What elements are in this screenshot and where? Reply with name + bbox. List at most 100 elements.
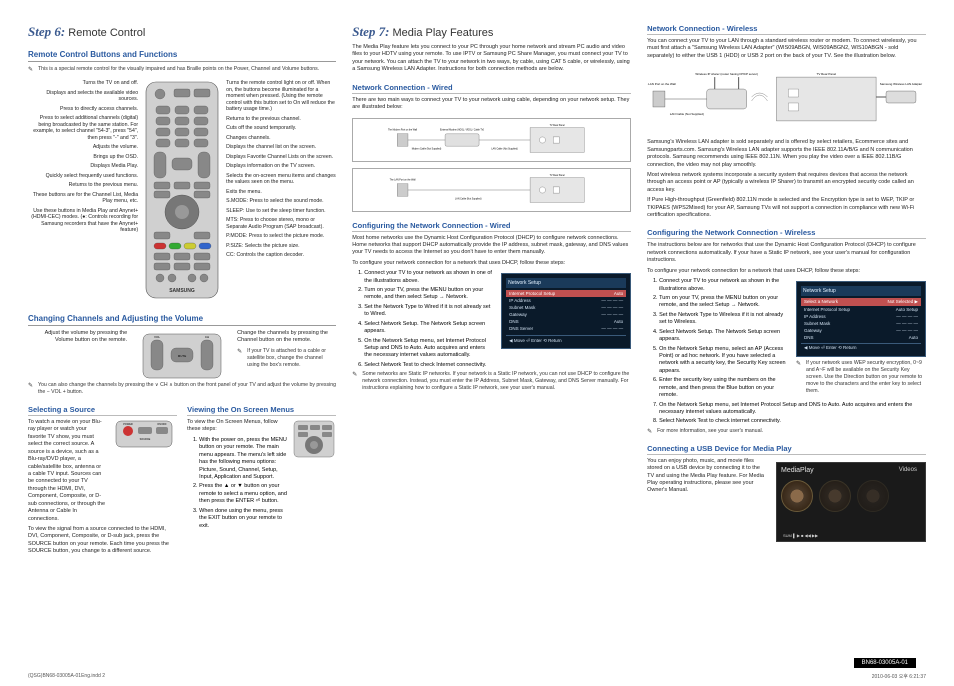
wired-step3: Set the Network Type to Wired if it is n… (364, 304, 493, 319)
label-prevch: Returns to the previous channel. (226, 116, 336, 123)
column-1: Step 6: Remote Control Remote Control Bu… (28, 24, 336, 674)
ss-r5b: Auto (614, 319, 623, 324)
w-step6: Enter the security key using the numbers… (659, 377, 788, 399)
ss2-r1a: Select a Network (804, 299, 838, 305)
svg-text:Samsung Wireless LAN Adapter: Samsung Wireless LAN Adapter (880, 82, 922, 86)
ss-r1a: Internet Protocol Setup (509, 291, 555, 296)
ss2-r2b: Auto Setup (896, 307, 918, 312)
remote-right-labels: Turns the remote control light on or off… (226, 80, 336, 262)
ss-r2a: IP Address (509, 298, 531, 303)
label-source: Displays and selects the available video… (28, 90, 138, 103)
label-chlist: Displays the channel list on the screen. (226, 144, 336, 151)
box-remote-note: If your TV is attached to a cable or sat… (237, 348, 336, 369)
ch-text: Change the channels by pressing the Chan… (237, 330, 336, 345)
column-2: Step 7: Media Play Features The Media Pl… (352, 24, 631, 674)
wired-diagram-2: The LAN Port on the Wall TV Rear Panel L… (352, 168, 631, 212)
step7-step-word: Step 7: (352, 24, 389, 39)
wired-step6: Select Network Test to check Internet co… (364, 362, 493, 369)
wired-step1: Connect your TV to your network as shown… (364, 270, 493, 285)
svg-text:The Modem Port on the Wall: The Modem Port on the Wall (388, 128, 418, 131)
label-num: Press to directly access channels. (28, 106, 138, 113)
ss-r6a: DNS Server (509, 326, 533, 331)
ss2-r1b: Not Selected ▶ (888, 299, 918, 305)
step7-title: Step 7: Media Play Features (352, 24, 631, 40)
film-reel-icon (781, 480, 813, 512)
w-step4: Select Network Setup. The Network Setup … (659, 329, 788, 344)
w-step7: On the Network Setup menu, set Internet … (659, 402, 926, 417)
part-number: BN68-03005A-01 (854, 658, 916, 668)
selecting-source-head: Selecting a Source (28, 405, 177, 416)
wireless-body3: If Pure High-throughput (Greenfield) 802… (647, 197, 926, 219)
ss2-foot: ◀ Move ⏎ Enter ⟲ Return (804, 345, 857, 351)
label-return: Returns to the previous menu. (28, 182, 138, 189)
wireless-body1: Samsung's Wireless LAN adapter is sold s… (647, 139, 926, 169)
step7-step-rest: Media Play Features (389, 27, 493, 39)
label-anynet: Use these buttons in Media Play and Anyn… (28, 208, 138, 234)
ss2-r3a: IP Address (804, 314, 826, 319)
source-body2: To view the signal from a source connect… (28, 526, 177, 556)
wireless-head: Network Connection - Wireless (647, 24, 926, 35)
svg-text:TV Rear Panel: TV Rear Panel (550, 124, 566, 127)
svg-text:MUTE: MUTE (178, 354, 187, 358)
svg-text:Wireless IP sharer (router hav: Wireless IP sharer (router having DHCP s… (695, 72, 758, 76)
svg-text:Modem Cable (Not Supplied): Modem Cable (Not Supplied) (412, 147, 442, 150)
source-remote-svg: POWERSOURCEON/OFF (114, 419, 174, 449)
step7-intro: The Media Play feature lets you connect … (352, 44, 631, 74)
conf-wireless-intro: The instructions below are for networks … (647, 242, 926, 264)
ss2-r5a: Gateway (804, 328, 822, 333)
ss2-r6a: DNS (804, 335, 814, 340)
wireless-setup-screenshot: Network Setup Select a NetworkNot Select… (796, 281, 926, 357)
svg-text:VOL: VOL (154, 335, 160, 339)
label-light: Turns the remote control light on or off… (226, 80, 336, 113)
usb-head: Connecting a USB Device for Media Play (647, 444, 926, 455)
label-dash: Press to select additional channels (dig… (28, 115, 138, 141)
svg-text:SOURCE: SOURCE (139, 438, 150, 441)
svg-text:SAMSUNG: SAMSUNG (169, 288, 195, 294)
mp-videos: Videos (899, 467, 917, 473)
wireless-steps-cont: On the Network Setup menu, set Internet … (647, 402, 926, 428)
source-osm-row: Selecting a Source To watch a movie on y… (28, 399, 336, 559)
ss2-r4a: Subnet Mask (804, 321, 830, 326)
ss-r3a: Subnet Mask (509, 305, 535, 310)
osm-remote-svg (292, 419, 336, 459)
conf-wireless-head: Configuring the Network Connection - Wir… (647, 228, 926, 239)
label-mediaplay: Displays Media Play. (28, 163, 138, 170)
ss2-r6b: Auto (909, 335, 918, 340)
label-select: Selects the on-screen menu items and cha… (226, 173, 336, 186)
label-osd: Brings up the OSD. (28, 154, 138, 161)
svg-text:LAN Cable (Not Supplied): LAN Cable (Not Supplied) (670, 112, 704, 116)
label-ch: Changes channels. (226, 135, 336, 142)
osm-step3: When done using the menu, press the EXIT… (199, 508, 288, 530)
front-panel-note: You can also change the channels by pres… (28, 382, 336, 396)
column-3: Network Connection - Wireless You can co… (647, 24, 926, 674)
conf-wired-head: Configuring the Network Connection - Wir… (352, 221, 631, 232)
w-step8: Select Network Test to check internet co… (659, 418, 926, 425)
osm-step1: With the power on, press the MENU button… (199, 437, 288, 482)
source-body1: To watch a movie on your Blu-ray player … (28, 419, 106, 523)
wireless-body2: Most wireless network systems incorporat… (647, 172, 926, 194)
label-favch: Displays Favorite Channel Lists on the s… (226, 154, 336, 161)
media-play-screenshot: MediaPlay Videos SUM ▌ ▶ ■ ◀◀ ▶▶ (776, 462, 926, 542)
wireless-diagram: The LAN Port on the Wall Wireless IP sha… (647, 67, 926, 131)
wired-step4: Select Network Setup. The Network Setup … (364, 321, 493, 336)
film-reel-icon (819, 480, 851, 512)
wireless-steps: Connect your TV to your network as shown… (647, 278, 788, 399)
osm-intro: To view the On Screen Menus, follow thes… (187, 419, 288, 434)
wired-step5: On the Network Setup menu, set Internet … (364, 338, 493, 360)
label-cc: CC: Controls the caption decoder. (226, 252, 336, 259)
ss-r4a: Gateway (509, 312, 527, 317)
footer: (QSG)BN68-03005A-01Eng.indd 2 2010-06-03… (28, 673, 926, 680)
svg-text:LAN Cable (Not Supplied): LAN Cable (Not Supplied) (492, 147, 519, 150)
svg-text:LAN Cable (Not Supplied): LAN Cable (Not Supplied) (455, 197, 482, 200)
w-step2: Turn on your TV, press the MENU button o… (659, 295, 788, 310)
ss-title: Network Setup (506, 278, 626, 288)
label-exit: Exits the menu. (226, 189, 336, 196)
conf-wireless-intro2: To configure your network connection for… (647, 268, 926, 275)
ss-r5a: DNS (509, 319, 519, 324)
wired-steps: Connect your TV to your network as shown… (352, 270, 493, 369)
label-mute: Cuts off the sound temporarily. (226, 125, 336, 132)
label-color: These buttons are for the Channel List, … (28, 192, 138, 205)
wired-diagram-1: The Modem Port on the Wall External Mode… (352, 118, 631, 162)
label-vol: Adjusts the volume. (28, 144, 138, 151)
remote-svg: SAMSUNG (142, 80, 222, 300)
